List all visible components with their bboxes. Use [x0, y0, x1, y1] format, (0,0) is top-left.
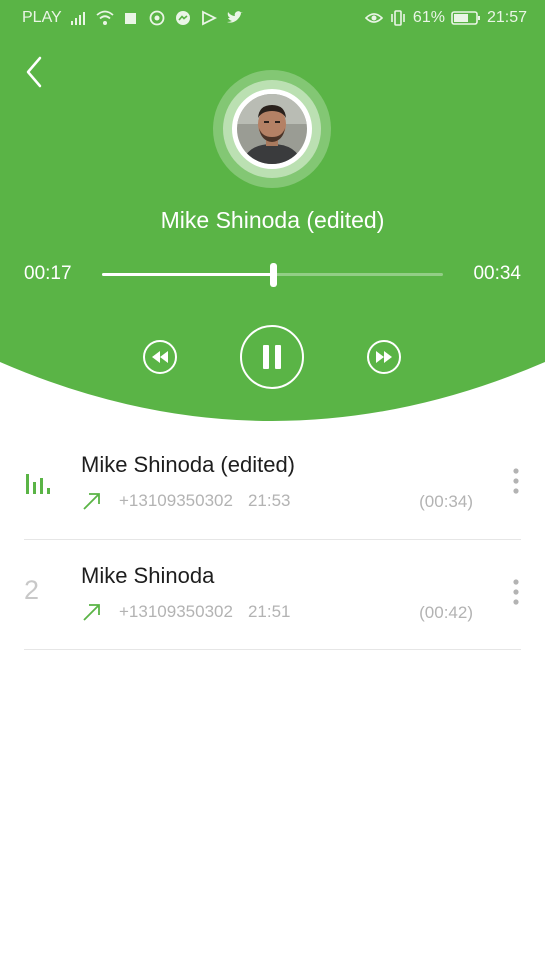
seek-progress: [102, 273, 273, 276]
more-options-button[interactable]: [509, 466, 523, 496]
list-item[interactable]: 2 Mike Shinoda +13109350302 21:51 (00:42…: [0, 540, 545, 650]
outgoing-call-icon: [83, 493, 100, 510]
battery-percent: 61%: [412, 9, 445, 26]
contact-avatar: [213, 70, 331, 188]
seek-thumb[interactable]: [269, 263, 277, 287]
more-vertical-icon: [513, 468, 519, 494]
pause-button[interactable]: [240, 325, 304, 389]
rewind-button[interactable]: [143, 340, 177, 374]
whatsapp-icon: [149, 10, 165, 26]
phone-number: +13109350302: [119, 491, 233, 510]
recording-name: Mike Shinoda (edited): [81, 452, 296, 477]
more-options-button[interactable]: [509, 577, 523, 607]
rewind-icon: [152, 351, 168, 363]
contact-photo: [237, 94, 307, 164]
total-time: 00:34: [473, 263, 521, 284]
fast-forward-icon: [376, 351, 392, 363]
twitter-icon: [226, 11, 243, 23]
carrier-label: PLAY: [22, 9, 62, 26]
recording-name: Mike Shinoda: [81, 563, 215, 588]
battery-icon: [451, 11, 480, 25]
recording-index: 2: [24, 575, 40, 605]
pause-icon: [263, 345, 281, 369]
now-playing-indicator: [24, 472, 58, 501]
chevron-left-icon: [26, 56, 42, 88]
fast-forward-button[interactable]: [367, 340, 401, 374]
stop-notification-icon: [124, 13, 136, 24]
clock: 21:57: [486, 9, 527, 26]
player-header: PLAY 61% 21:57 Mike Shinoda (edited) 00:…: [0, 0, 545, 430]
recording-time: 21:53: [247, 491, 291, 510]
back-button[interactable]: [22, 52, 52, 92]
equalizer-icon: [26, 474, 50, 494]
list-item[interactable]: Mike Shinoda (edited) +13109350302 21:53…: [0, 430, 545, 540]
phone-number: +13109350302: [119, 602, 233, 621]
vibrate-icon: [391, 10, 405, 26]
recording-meta: +13109350302 21:51: [81, 601, 290, 623]
messenger-icon: [175, 11, 190, 25]
recording-title: Mike Shinoda (edited): [160, 207, 385, 233]
divider: [24, 649, 521, 650]
wifi-icon: [96, 10, 114, 25]
seek-bar[interactable]: [102, 263, 443, 287]
play-store-icon: [201, 10, 217, 26]
more-vertical-icon: [513, 579, 519, 605]
outgoing-call-icon: [83, 604, 100, 621]
recording-duration: (00:42): [419, 603, 473, 622]
elapsed-time: 00:17: [24, 263, 72, 284]
eye-icon: [364, 13, 383, 23]
recording-meta: +13109350302 21:53: [81, 490, 290, 512]
recording-duration: (00:34): [419, 492, 473, 511]
recording-time: 21:51: [247, 602, 291, 621]
status-bar: PLAY 61% 21:57: [0, 0, 545, 38]
signal-icon: [70, 12, 85, 25]
